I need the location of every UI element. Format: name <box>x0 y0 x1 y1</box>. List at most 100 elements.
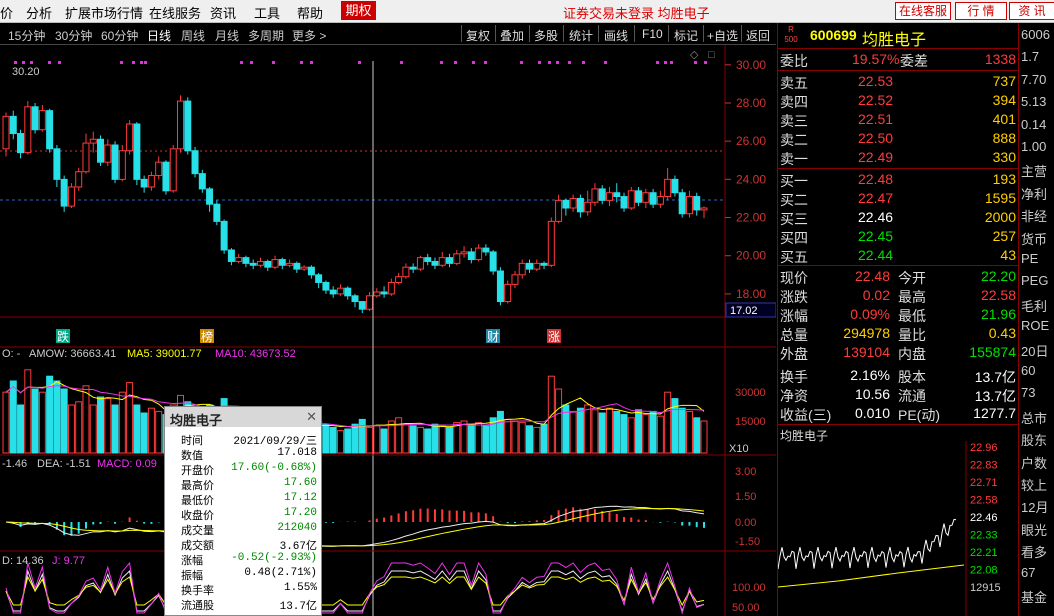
mark-button[interactable]: 标记 <box>674 27 698 44</box>
candle-body <box>635 190 643 203</box>
menu-item[interactable]: 价 <box>0 3 13 22</box>
stats-button[interactable]: 统计 <box>569 27 593 44</box>
candle <box>67 183 75 208</box>
top-marker <box>358 61 361 64</box>
candle <box>147 171 155 191</box>
event-marker-label[interactable]: 跌 <box>57 329 69 344</box>
candle-body <box>307 266 315 276</box>
candle-body <box>155 161 163 177</box>
period-30min[interactable]: 30分钟 <box>55 27 92 44</box>
adjust-button[interactable]: 复权 <box>466 27 490 44</box>
candle-body <box>169 148 177 192</box>
ask-price: 22.51 <box>858 111 894 127</box>
period-multi[interactable]: 多周期 <box>248 27 284 44</box>
dea-label: DEA: -1.51 <box>37 458 91 470</box>
period-monthly[interactable]: 月线 <box>215 27 239 44</box>
candle <box>75 167 83 191</box>
candle <box>133 122 141 186</box>
stock-code: 600699 <box>810 27 857 43</box>
back-button[interactable]: 返回 <box>746 27 770 44</box>
candle-body <box>446 257 454 264</box>
volume-bar <box>416 426 424 454</box>
top-marker <box>548 61 551 64</box>
candle <box>438 251 446 268</box>
stat-value: 22.48 <box>854 268 890 284</box>
candle-body <box>133 123 141 180</box>
candle-body <box>31 106 39 131</box>
candle <box>649 188 657 208</box>
candle-body <box>526 262 533 270</box>
period-daily[interactable]: 日线 <box>147 27 171 44</box>
candle <box>38 104 46 132</box>
candle-body <box>271 259 279 268</box>
mini-axis-label: 22.58 <box>970 495 998 507</box>
candle-body <box>664 178 672 198</box>
dea-line <box>5 508 705 547</box>
candle <box>2 112 10 157</box>
info-button[interactable]: 资 讯 <box>1009 2 1054 20</box>
cursor-price-label: 17.02 <box>730 305 758 317</box>
period-60min[interactable]: 60分钟 <box>101 27 138 44</box>
toolbar-separator <box>529 25 530 42</box>
tooltip-value: 17.12 <box>283 492 317 504</box>
candle-body <box>351 295 359 303</box>
draw-line-button[interactable]: 画线 <box>604 27 628 44</box>
options-button[interactable]: 期权 <box>341 1 376 20</box>
collapse-icon[interactable]: □ <box>708 49 715 61</box>
volume-bar <box>402 423 410 454</box>
candle-body <box>591 188 599 203</box>
ask-label: 卖三 <box>780 113 808 129</box>
ask-volume: 394 <box>992 92 1016 108</box>
candle <box>700 206 708 219</box>
close-icon[interactable]: ✕ <box>306 409 317 425</box>
multi-stock-button[interactable]: 多股 <box>534 27 558 44</box>
top-marker <box>22 61 25 64</box>
candle-body <box>9 115 17 135</box>
f10-button[interactable]: F10 <box>642 27 663 41</box>
period-weekly[interactable]: 周线 <box>181 27 205 44</box>
settings-diamond-icon[interactable]: ◇ <box>690 49 699 61</box>
menu-item-extended-market[interactable]: 扩展市场行情 <box>65 3 143 22</box>
candle-body <box>598 188 606 201</box>
volume-bar <box>75 401 83 454</box>
menu-item-analysis[interactable]: 分析 <box>26 3 52 22</box>
top-marker <box>582 61 585 64</box>
menu-item-online-service[interactable]: 在线服务 <box>149 3 201 22</box>
online-service-button[interactable]: 在线客服 <box>895 2 951 20</box>
mini-intraday-chart[interactable]: 22.96 22.83 22.71 22.58 22.46 22.33 22.21 22.08… <box>778 441 1018 616</box>
candle <box>533 259 541 271</box>
side-panel-item: 净利 <box>1021 186 1048 202</box>
volume-bar <box>678 407 686 454</box>
quote-button[interactable]: 行 情 <box>955 2 1007 20</box>
period-15min[interactable]: 15分钟 <box>8 27 45 44</box>
candle <box>111 141 119 184</box>
event-marker-label[interactable]: 财 <box>487 330 499 344</box>
stat-row: 净资 10.56 流通 13.7亿 <box>778 385 1018 404</box>
ask-volume: 888 <box>992 130 1016 146</box>
ask-label: 卖五 <box>780 75 808 91</box>
overlay-button[interactable]: 叠加 <box>500 27 524 44</box>
menu-item-news[interactable]: 资讯 <box>210 3 236 22</box>
divider <box>778 48 1018 49</box>
tooltip-header: 均胜电子 ✕ <box>165 407 321 428</box>
mini-axis-label: 22.71 <box>970 477 998 489</box>
volume-bar <box>351 423 359 454</box>
candle-body <box>613 192 621 198</box>
event-marker-label[interactable]: 涨 <box>548 329 560 344</box>
candle-body <box>315 274 323 283</box>
menu-item-help[interactable]: 帮助 <box>297 3 323 22</box>
add-watchlist-button[interactable]: +自选 <box>707 27 738 44</box>
side-panel-item: 5.13 <box>1021 94 1047 110</box>
volume-bar <box>67 404 75 454</box>
stat-value: 0.09% <box>850 306 890 322</box>
candle <box>424 253 432 266</box>
kline-chart[interactable]: 30.0028.0026.0024.0022.0020.0018.00 跌榜财涨… <box>0 45 776 616</box>
tooltip-value: 2021/09/29/三 <box>233 436 317 448</box>
candle <box>664 167 672 201</box>
event-marker-label[interactable]: 榜 <box>201 329 213 344</box>
volume-bar <box>17 404 25 454</box>
menu-item-tools[interactable]: 工具 <box>254 3 280 22</box>
volume-bar <box>2 391 10 454</box>
tooltip-value: 1.55% <box>283 582 317 594</box>
period-more[interactable]: 更多 > <box>292 27 326 44</box>
